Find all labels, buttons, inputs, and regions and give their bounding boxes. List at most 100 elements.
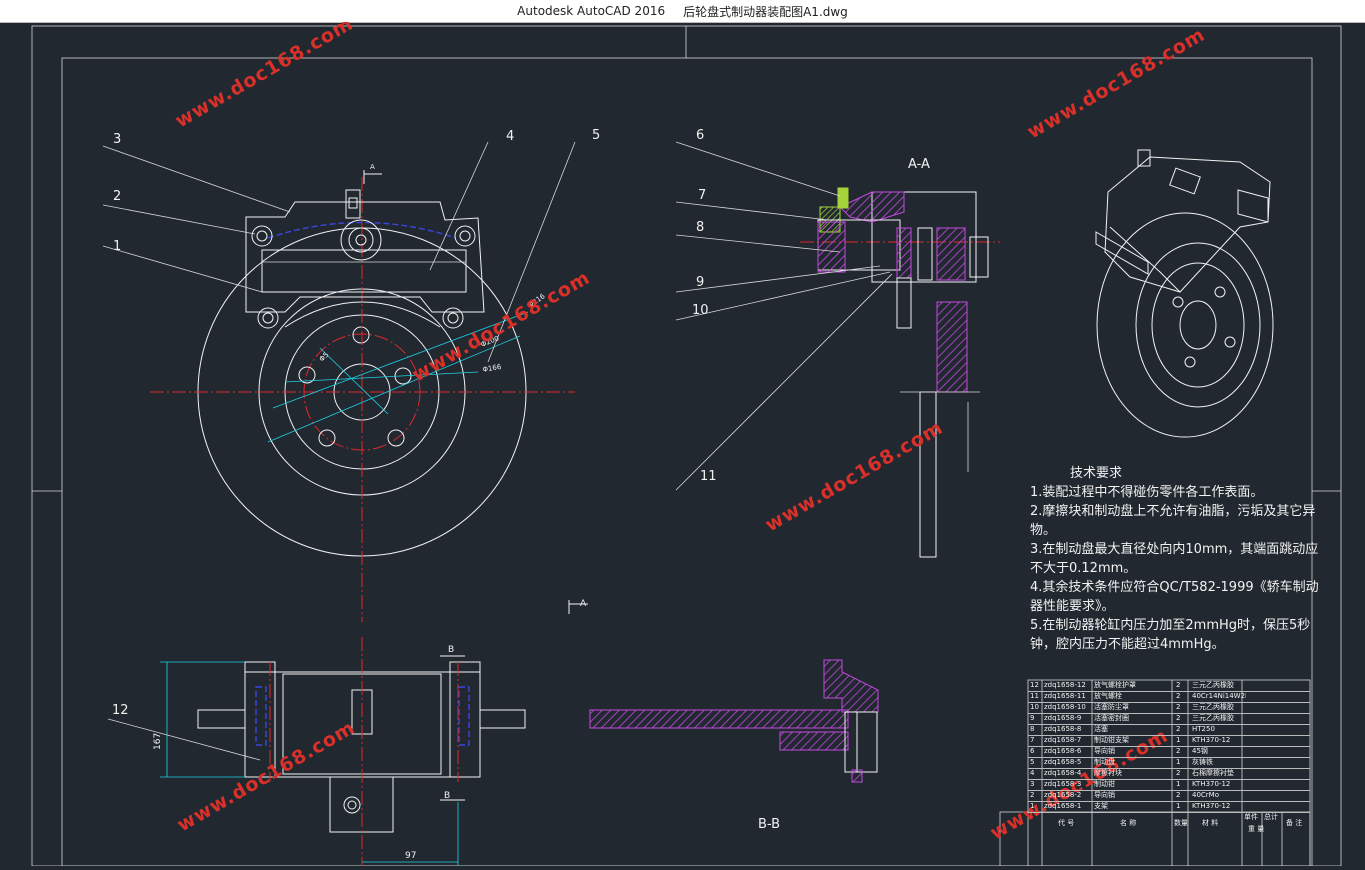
- dim-phi166: Φ166: [482, 363, 503, 374]
- bom-header-material: 材 料: [1202, 819, 1219, 827]
- bom-cell-no: 12: [1030, 681, 1039, 689]
- technical-requirements: 技术要求 1.装配过程中不得碰伤零件各工作表面。 2.摩擦块和制动盘上不允许有油…: [1030, 464, 1330, 654]
- bom-cell-qty: 2: [1176, 725, 1181, 733]
- balloon-2: 2: [113, 189, 121, 204]
- cut-mark-a-bottom: A: [580, 599, 587, 609]
- bom-cell-no: 3: [1030, 780, 1035, 788]
- bom-cell-code: zdq1658-5: [1044, 758, 1082, 766]
- balloon-6: 6: [696, 128, 704, 143]
- balloon-8: 8: [696, 220, 704, 235]
- bom-cell-no: 7: [1030, 736, 1035, 744]
- bom-cell-no: 8: [1030, 725, 1035, 733]
- tech-item-1: 1.装配过程中不得碰伤零件各工作表面。: [1030, 485, 1264, 500]
- watermark-1: www.doc168.com: [172, 22, 358, 132]
- balloon-11: 11: [700, 469, 717, 484]
- bom-cell-qty: 2: [1176, 703, 1181, 711]
- app-name: Autodesk AutoCAD 2016: [517, 4, 666, 18]
- bom-cell-qty: 1: [1176, 736, 1181, 744]
- bom-cell-material: 45钢: [1192, 747, 1208, 755]
- bom-cell-code: zdq1658-11: [1044, 692, 1086, 700]
- bom-cell-material: HT250: [1192, 725, 1215, 733]
- tech-item-3: 3.在制动盘最大直径处向内10mm，其端面跳动应不大于0.12mm。: [1030, 542, 1319, 576]
- bom-cell-material: 三元乙丙橡胶: [1192, 714, 1234, 722]
- bom-cell-no: 1: [1030, 802, 1035, 810]
- bom-cell-no: 6: [1030, 747, 1035, 755]
- bom-cell-no: 10: [1030, 703, 1039, 711]
- bom-cell-code: zdq1658-9: [1044, 714, 1082, 722]
- cut-mark-a-top: A: [370, 163, 375, 171]
- bom-cell-material: 40Cr14Ni14W2Mo: [1192, 692, 1246, 700]
- bom-header-note: 备 注: [1286, 819, 1303, 827]
- section-bb-view: B-B: [589, 659, 879, 832]
- bom-header-weight: 重 量: [1248, 825, 1265, 833]
- section-aa-label: A-A: [908, 157, 930, 172]
- balloon-12: 12: [112, 703, 129, 718]
- bom-cell-code: zdq1658-12: [1044, 681, 1086, 689]
- bom-cell-name: 制动钳: [1094, 780, 1115, 788]
- bom-cell-qty: 2: [1176, 714, 1181, 722]
- bom-cell-code: zdq1658-1: [1044, 802, 1082, 810]
- bom-cell-material: 石棉摩擦衬垫: [1192, 769, 1234, 777]
- bom-cell-code: zdq1658-8: [1044, 725, 1082, 733]
- bom-header-code: 代 号: [1058, 819, 1075, 827]
- bom-cell-name: 制动盘: [1094, 758, 1115, 766]
- bom-cell-name: 放气螺栓护罩: [1094, 681, 1136, 689]
- bom-cell-material: KTH370-12: [1192, 780, 1231, 788]
- cut-mark-b-bottom: B: [444, 791, 450, 801]
- front-view: Φ216 Φ200 Φ166 Φ5 A A: [102, 141, 588, 622]
- bom-cell-name: 摩擦衬块: [1094, 769, 1122, 777]
- bom-cell-qty: 2: [1176, 747, 1181, 755]
- bom-cell-qty: 1: [1176, 780, 1181, 788]
- bom-cell-material: 三元乙丙橡胶: [1192, 703, 1234, 711]
- bom-cell-no: 4: [1030, 769, 1035, 777]
- cut-mark-b-top: B: [448, 645, 454, 655]
- balloon-4: 4: [506, 129, 514, 144]
- bom-cell-qty: 2: [1176, 791, 1181, 799]
- tech-item-4: 4.其余技术条件应符合QC/T582-1999《轿车制动器性能要求》。: [1030, 580, 1319, 614]
- bom-cell-qty: 2: [1176, 692, 1181, 700]
- bom-cell-code: zdq1658-10: [1044, 703, 1086, 711]
- bom-cell-name: 放气螺栓: [1094, 692, 1122, 700]
- bom-cell-no: 11: [1030, 692, 1039, 700]
- file-name: 后轮盘式制动器装配图A1.dwg: [683, 4, 848, 19]
- bom-header-single: 单件: [1244, 813, 1258, 821]
- balloon-9: 9: [696, 275, 704, 290]
- bom-cell-material: KTH370-12: [1192, 736, 1231, 744]
- bom-cell-name: 制动钳支架: [1094, 736, 1129, 744]
- tech-title: 技术要求: [1070, 466, 1123, 481]
- bom-cell-code: zdq1658-2: [1044, 791, 1082, 799]
- watermark-2: www.doc168.com: [1024, 23, 1210, 143]
- bom-cell-material: 灰铸铁: [1192, 758, 1213, 766]
- bom-cell-code: zdq1658-3: [1044, 780, 1082, 788]
- bom-cell-qty: 1: [1176, 802, 1181, 810]
- window-title-bar: Autodesk AutoCAD 2016 后轮盘式制动器装配图A1.dwg: [0, 0, 1365, 23]
- drawing-canvas[interactable]: Φ216 Φ200 Φ166 Φ5 A A 3 2 1 4 5 A-A 6 7 …: [0, 12, 1365, 867]
- bom-cell-code: zdq1658-7: [1044, 736, 1082, 744]
- bom-cell-code: zdq1658-6: [1044, 747, 1082, 755]
- isometric-view: [1095, 149, 1274, 438]
- bom-cell-material: KTH370-12: [1192, 802, 1231, 810]
- balloon-10: 10: [692, 303, 709, 318]
- bom-cell-qty: 2: [1176, 681, 1181, 689]
- balloon-3: 3: [113, 132, 121, 147]
- bom-cell-name: 支架: [1094, 802, 1108, 810]
- bom-cell-qty: 2: [1176, 769, 1181, 777]
- balloon-5: 5: [592, 128, 600, 143]
- balloon-7: 7: [698, 188, 706, 203]
- bom-header-total: 总计: [1264, 813, 1278, 821]
- tech-item-2: 2.摩擦块和制动盘上不允许有油脂，污垢及其它异物。: [1030, 504, 1316, 538]
- bom-header-qty: 数量: [1174, 819, 1188, 827]
- bom-cell-name: 导向销: [1094, 791, 1115, 799]
- tech-item-5: 5.在制动器轮缸内压力加至2mmHg时，保压5秒钟，腔内压力不能超过4mmHg。: [1030, 618, 1311, 652]
- bom-cell-no: 2: [1030, 791, 1035, 799]
- bom-cell-name: 活塞密封圈: [1094, 714, 1129, 722]
- dim-167: 167: [153, 733, 163, 750]
- bom-cell-name: 活塞防尘罩: [1094, 703, 1129, 711]
- section-bb-label: B-B: [758, 817, 780, 832]
- bom-header-name: 名 称: [1120, 819, 1137, 827]
- bom-cell-no: 5: [1030, 758, 1035, 766]
- bom-cell-qty: 1: [1176, 758, 1181, 766]
- dim-97: 97: [405, 851, 416, 861]
- balloon-1: 1: [113, 239, 121, 254]
- bom-cell-material: 三元乙丙橡胶: [1192, 681, 1234, 689]
